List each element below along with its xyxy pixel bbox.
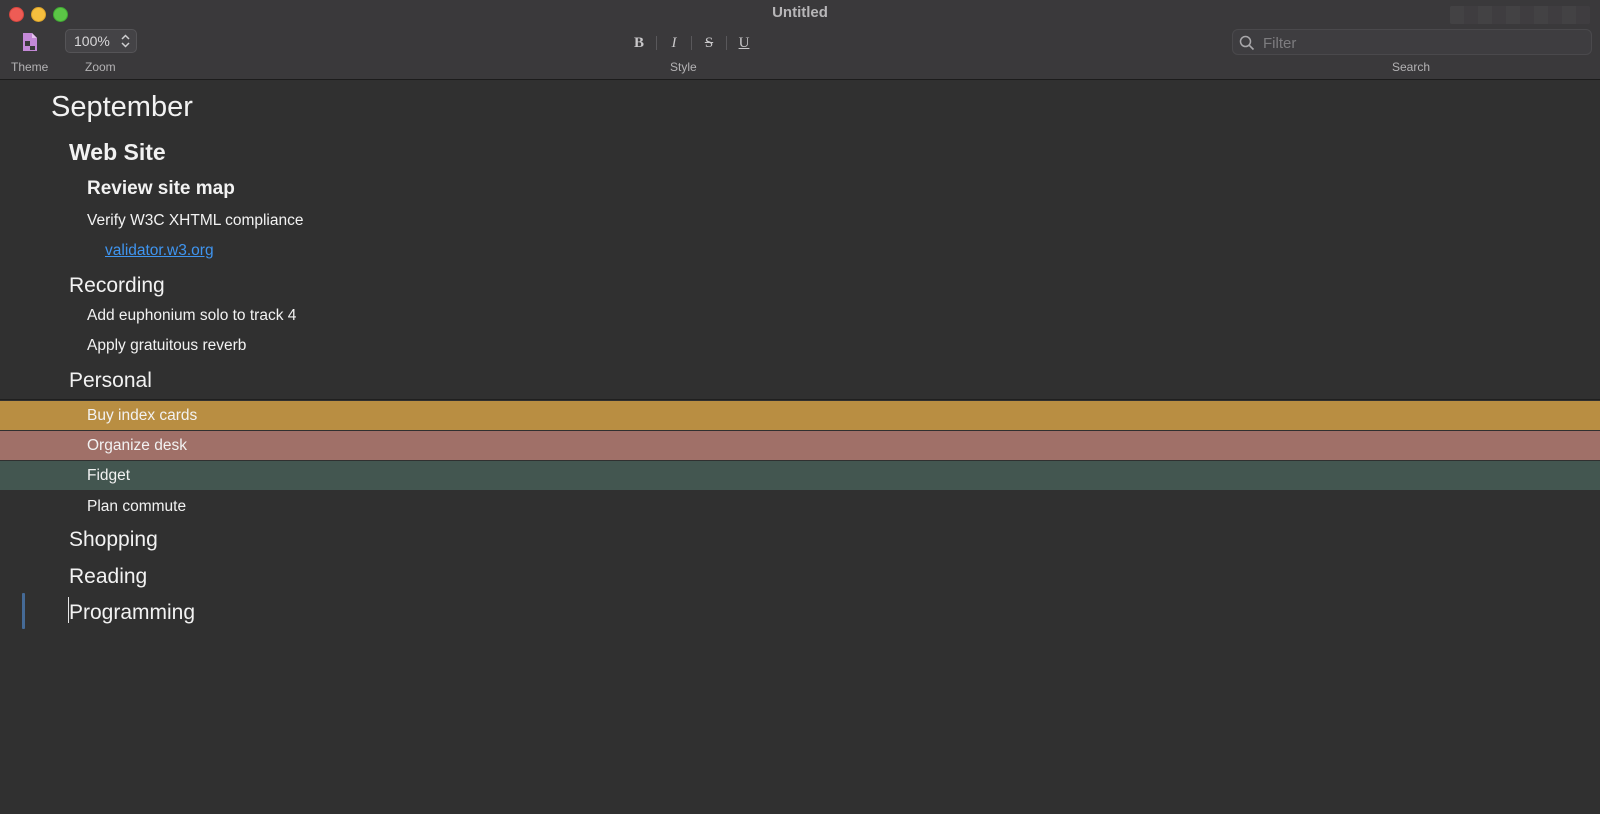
outline-row-apply-reverb[interactable]: Apply gratuitous reverb [0,337,1600,355]
style-button-group: B I S U [622,33,761,53]
chevron-up-down-icon [121,34,130,48]
window-title: Untitled [772,4,828,21]
magnifying-glass-icon [1239,35,1255,51]
outline-row-plan-commute[interactable]: Plan commute [0,498,1600,516]
outline-row-buy-index-cards[interactable]: Buy index cards [0,401,1600,430]
search-label: Search [1392,60,1431,74]
search-field[interactable] [1232,29,1592,55]
italic-button[interactable]: I [657,33,691,53]
outline-row-add-euphonium[interactable]: Add euphonium solo to track 4 [0,307,1600,325]
zoom-value: 100% [74,33,110,49]
underline-icon: U [738,34,750,51]
zoom-select[interactable]: 100% [65,29,137,53]
outline-row-verify-w3c[interactable]: Verify W3C XHTML compliance [0,212,1600,230]
outline-row-september[interactable]: September [0,91,1600,124]
underline-button[interactable]: U [727,33,761,53]
toolbar: Untitled Theme 100% Zoom B I S U Style F… [0,0,1600,80]
outline-row-reading[interactable]: Reading [0,565,1600,589]
outline-editor[interactable]: September Web Site Review site map Verif… [0,80,1600,814]
strikethrough-icon: S [704,34,714,51]
outline-row-recording[interactable]: Recording [0,274,1600,298]
redacted-region [1450,6,1590,24]
outline-row-validator[interactable]: validator.w3.org [0,242,1600,260]
theme-button[interactable] [19,31,41,53]
outline-row-programming[interactable]: Programming [0,601,1600,625]
bold-icon: B [633,34,644,51]
outline-row-shopping[interactable]: Shopping [0,528,1600,552]
outline-row-organize-desk[interactable]: Organize desk [0,431,1600,460]
row-divider [0,399,1600,400]
zoom-label: Zoom [85,60,116,74]
style-label: Style [670,60,697,74]
validator-link[interactable]: validator.w3.org [105,242,214,259]
app-window: Untitled Theme 100% Zoom B I S U Style F… [0,0,1600,814]
outline-row-review-site-map[interactable]: Review site map [0,178,1600,200]
bold-button[interactable]: B [622,33,656,53]
outline-row-web-site[interactable]: Web Site [0,139,1600,166]
theme-label: Theme [11,60,49,74]
search-input[interactable] [1261,32,1585,54]
theme-document-icon [23,33,37,51]
italic-icon: I [671,34,677,51]
strikethrough-button[interactable]: S [692,33,726,53]
outline-row-personal[interactable]: Personal [0,369,1600,393]
outline-row-fidget[interactable]: Fidget [0,461,1600,490]
